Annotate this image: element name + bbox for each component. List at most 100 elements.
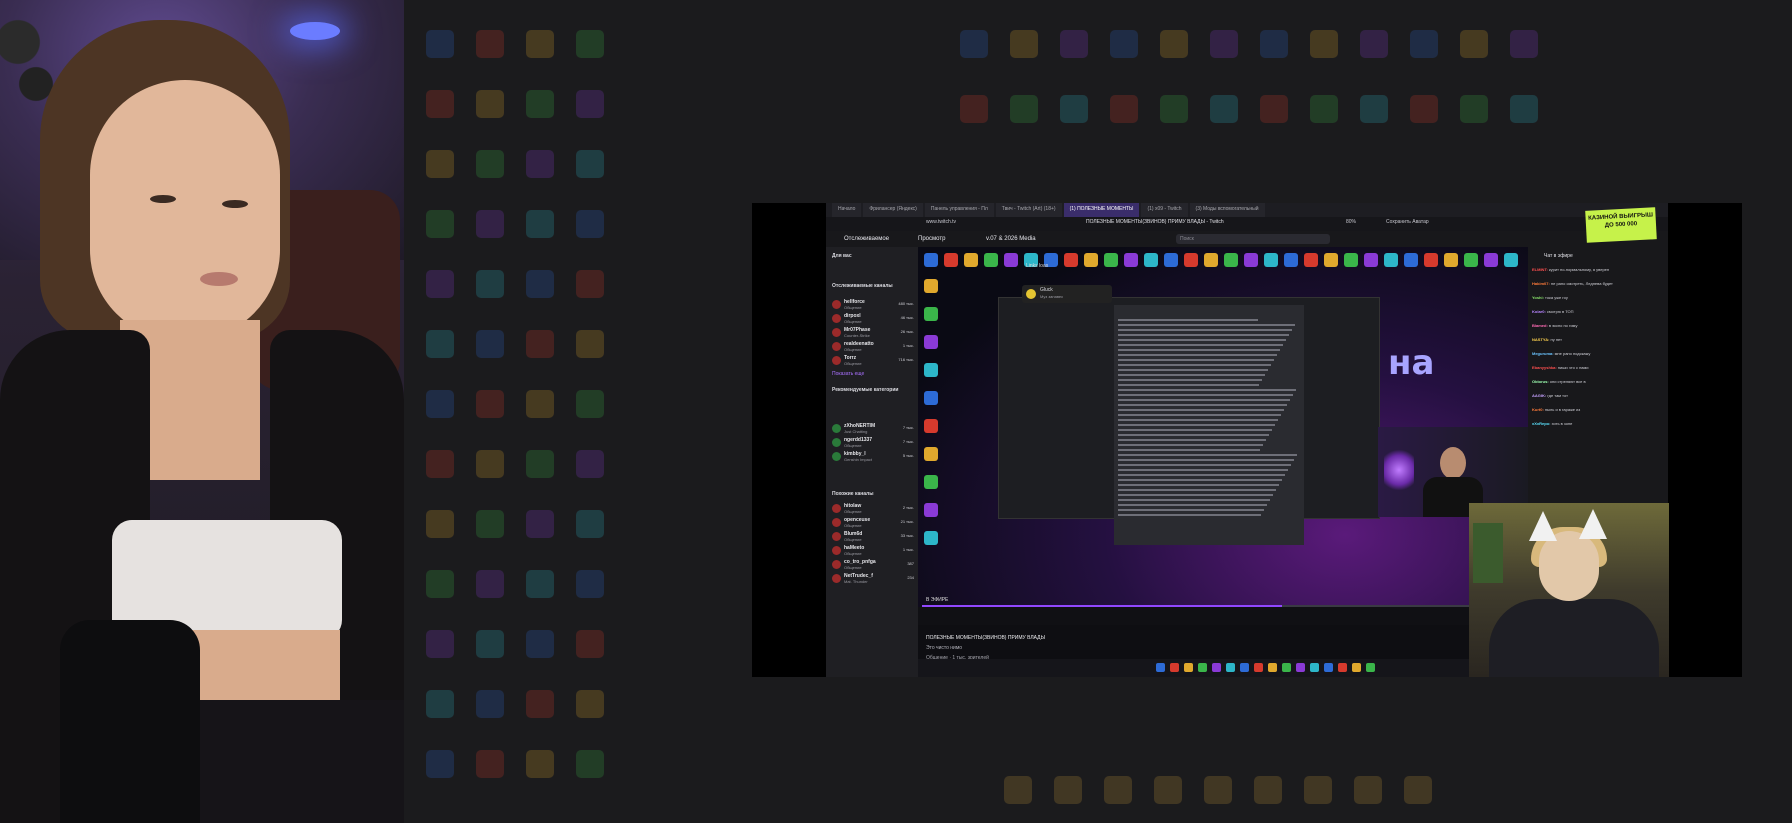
channel-avatar [832, 574, 841, 583]
webcam-person-eye [150, 195, 176, 203]
taskbar-app-icon[interactable] [1338, 663, 1347, 672]
browser-tab[interactable]: Начало [832, 203, 862, 217]
desktop-app-icon [426, 270, 454, 298]
taskbar-app-icon[interactable] [1226, 663, 1235, 672]
taskbar-app-icon[interactable] [1198, 663, 1207, 672]
chat-username[interactable]: Meguruma: [1532, 351, 1555, 356]
taskbar-app-icon[interactable] [1268, 663, 1277, 672]
streamer-desktop-icon [1004, 253, 1018, 267]
streamer-desktop-icon [1504, 253, 1518, 267]
desktop-app-icon [426, 630, 454, 658]
desktop-app-icon [426, 690, 454, 718]
taskbar-app-icon[interactable] [1240, 663, 1249, 672]
taskbar-app-icon[interactable] [1156, 663, 1165, 672]
channel-viewers: 1 тыс. [902, 547, 914, 552]
save-avatar-button[interactable]: Сохранить Аватар [1386, 219, 1429, 225]
sidebar-channel[interactable]: haMeeto Общение 1 тыс. [832, 545, 916, 557]
promo-banner[interactable]: КАЗИНОЙ ВЫИГРЫШ ДО 500 000 [1585, 207, 1657, 243]
chat-username[interactable]: xXxRepo: [1532, 421, 1552, 426]
desktop-app-icon [1354, 776, 1382, 804]
channel-game: Mat. Thunder [844, 579, 868, 584]
taskbar-app-icon[interactable] [1184, 663, 1193, 672]
zoom-level[interactable]: 80% [1346, 219, 1356, 225]
channel-avatar [832, 560, 841, 569]
desktop-app-icon [576, 690, 604, 718]
guest-head [1539, 531, 1599, 601]
taskbar-app-icon[interactable] [1296, 663, 1305, 672]
stream-video[interactable]: Gluck Муз занавес на [918, 247, 1528, 607]
chat-username[interactable]: ELMINT: [1532, 267, 1549, 272]
sidebar-channel[interactable]: Mr07Phase Counter-Strike 26 тыс. [832, 327, 916, 339]
chat-username[interactable]: Kolar0: [1532, 309, 1547, 314]
sidebar-channel[interactable]: realdeenatto Общение 1 тыс. [832, 341, 916, 353]
browser-tab-active[interactable]: (1) ПОЛЕЗНЫЕ МОМЕНТЫ [1063, 203, 1140, 217]
sidebar-channel[interactable]: hitolaw Общение 2 тыс. [832, 503, 916, 515]
nav-following[interactable]: Отслеживаемое [844, 236, 889, 242]
desktop-app-icon [526, 750, 554, 778]
browser-tab[interactable]: Твич - Twitch (Art) (18+) [995, 203, 1062, 217]
taskbar-app-icon[interactable] [1170, 663, 1179, 672]
streamer-desktop-icon [1224, 253, 1238, 267]
streamer-desktop-icon [1404, 253, 1418, 267]
document-text-line [1118, 469, 1288, 471]
desktop-app-icon [1010, 30, 1038, 58]
taskbar-app-icon[interactable] [1254, 663, 1263, 672]
taskbar-app-icon[interactable] [1352, 663, 1361, 672]
show-more-link[interactable]: Показать еще [832, 371, 864, 377]
sidebar-channel[interactable]: dirpoxl Общение 46 тыс. [832, 313, 916, 325]
browser-tab[interactable]: Панель управления - Пл [924, 203, 994, 217]
desktop-app-icon [476, 30, 504, 58]
taskbar-app-icon[interactable] [1324, 663, 1333, 672]
streamer-desktop-icon [1204, 253, 1218, 267]
desktop-app-icon [1260, 30, 1288, 58]
sidebar-for-you: Для вас [832, 253, 852, 259]
channel-avatar [832, 300, 841, 309]
sidebar-channel[interactable]: Blum6d Общение 33 тыс. [832, 531, 916, 543]
browser-tab[interactable]: Фрилансер (Яндекс) [863, 203, 923, 217]
desktop-app-icon [1204, 776, 1232, 804]
chat-username[interactable]: NASTYA: [1532, 337, 1551, 342]
chat-username[interactable]: Ebanyyshka: [1532, 365, 1558, 370]
channel-avatar [832, 356, 841, 365]
desktop-app-icon [576, 450, 604, 478]
chat-username[interactable]: Oktorus: [1532, 379, 1550, 384]
streamer-desktop-icon [1344, 253, 1358, 267]
chat-header: Чат в эфире [1544, 253, 1573, 259]
sidebar-channel[interactable]: NetTrudec_f Mat. Thunder 234 [832, 573, 916, 585]
webcam-person-mouth [200, 272, 238, 286]
document-text-line [1118, 499, 1270, 501]
chat-username[interactable]: Kurt0: [1532, 407, 1545, 412]
address-url[interactable]: www.twitch.tv [926, 219, 956, 225]
document-text-line [1118, 459, 1294, 461]
browser-tab[interactable]: (3) Моды вспомогательный [1189, 203, 1265, 217]
streamer-desktop-icon [964, 253, 978, 267]
nav-channel[interactable]: v.07 & 2026 Media [986, 236, 1036, 242]
taskbar-app-icon[interactable] [1310, 663, 1319, 672]
chat-username[interactable]: AAGIK: [1532, 393, 1547, 398]
sidebar-channel[interactable]: Torrz Общение 716 тыс. [832, 355, 916, 367]
taskbar-app-icon[interactable] [1366, 663, 1375, 672]
channel-viewers: 46 тыс. [900, 315, 914, 320]
chat-message: Meguruma: мне рано подскажу [1532, 351, 1662, 356]
desktop-app-icon [1154, 776, 1182, 804]
chat-username[interactable]: Yoshi: [1532, 295, 1545, 300]
sidebar-channel[interactable]: kimbby_l Genshin Impact 5 тыс. [832, 451, 916, 463]
chat-username[interactable]: Hakim07: [1532, 281, 1551, 286]
document-text-line [1118, 514, 1261, 516]
twitch-search-input[interactable]: Поиск [1176, 234, 1330, 244]
sidebar-channel[interactable]: ngerdd1337 Общение 7 тыс. [832, 437, 916, 449]
nav-browse[interactable]: Просмотр [918, 236, 945, 242]
sidebar-channel[interactable]: zXhoNERTIM Just Chatting 7 тыс. [832, 423, 916, 435]
sidebar-channel[interactable]: hellforce Общение 480 тыс. [832, 299, 916, 311]
chat-text: курит по-нормальному, я уверен [1548, 267, 1610, 272]
browser-tab[interactable]: (1) x09 - Twitch [1141, 203, 1188, 217]
sidebar-channel[interactable]: openceuse Общение 21 тыс. [832, 517, 916, 529]
taskbar-app-icon[interactable] [1212, 663, 1221, 672]
chat-username[interactable]: Blamed: [1532, 323, 1549, 328]
taskbar-app-icon[interactable] [1282, 663, 1291, 672]
channel-viewers: 5 тыс. [902, 453, 914, 458]
document-text-line [1118, 484, 1279, 486]
webcam-person-face [90, 80, 280, 340]
document-text-line [1118, 504, 1267, 506]
sidebar-channel[interactable]: co_tro_pnfga Общение 387 [832, 559, 916, 571]
